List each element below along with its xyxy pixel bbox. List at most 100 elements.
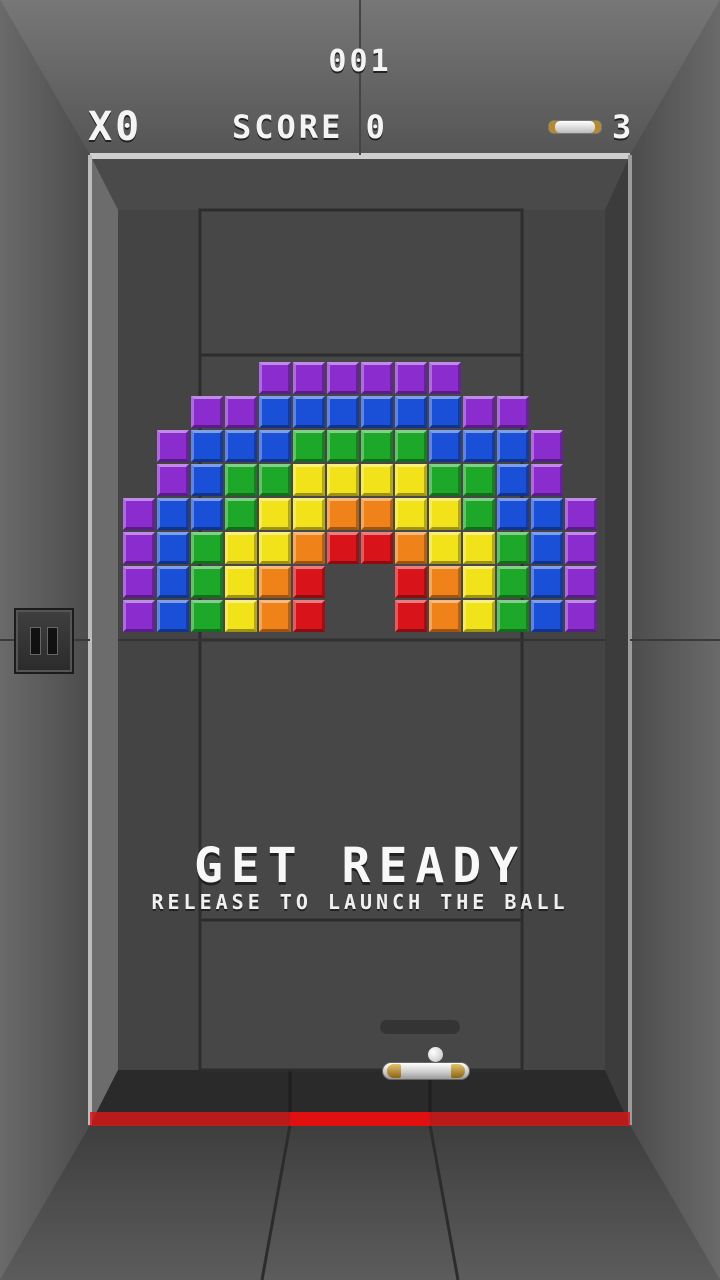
danger-line-center: [290, 1112, 430, 1126]
paddle[interactable]: [382, 1062, 470, 1080]
get-ready-title: GET READY: [193, 838, 527, 894]
brick: [395, 532, 427, 564]
brick: [531, 430, 563, 462]
brick: [259, 532, 291, 564]
paddle-shadow: [380, 1020, 460, 1034]
brick: [395, 464, 427, 496]
brick: [327, 498, 359, 530]
brick: [293, 566, 325, 598]
brick: [395, 362, 427, 394]
brick: [531, 498, 563, 530]
brick: [191, 498, 223, 530]
brick: [565, 600, 597, 632]
brick: [225, 566, 257, 598]
brick: [327, 396, 359, 428]
brick: [429, 600, 461, 632]
brick: [497, 430, 529, 462]
brick: [259, 600, 291, 632]
pause-button[interactable]: [14, 608, 74, 674]
pause-icon-bar: [47, 627, 58, 655]
brick: [157, 566, 189, 598]
brick: [191, 396, 223, 428]
brick: [225, 498, 257, 530]
brick: [259, 396, 291, 428]
brick: [429, 532, 461, 564]
brick: [565, 532, 597, 564]
brick: [429, 464, 461, 496]
multiplier-label: X0: [88, 104, 143, 150]
brick: [429, 430, 461, 462]
level-counter: 001: [328, 44, 392, 79]
brick: [293, 362, 325, 394]
brick: [463, 566, 495, 598]
brick: [157, 498, 189, 530]
brick: [361, 532, 393, 564]
brick: [327, 532, 359, 564]
brick: [293, 600, 325, 632]
brick: [225, 532, 257, 564]
score-label: SCORE 0: [232, 108, 388, 146]
brick: [497, 464, 529, 496]
brick: [497, 600, 529, 632]
brick: [293, 430, 325, 462]
brick: [565, 566, 597, 598]
brick: [327, 430, 359, 462]
brick: [225, 430, 257, 462]
brick: [123, 600, 155, 632]
brick: [395, 566, 427, 598]
brick: [361, 362, 393, 394]
brick: [123, 532, 155, 564]
brick: [327, 362, 359, 394]
brick: [395, 430, 427, 462]
brick: [293, 396, 325, 428]
brick: [123, 498, 155, 530]
brick: [497, 532, 529, 564]
brick: [531, 566, 563, 598]
brick: [259, 566, 291, 598]
brick: [429, 396, 461, 428]
brick: [157, 464, 189, 496]
brick: [429, 362, 461, 394]
brick: [463, 532, 495, 564]
game-arena: [0, 0, 720, 1280]
brick: [429, 566, 461, 598]
brick: [259, 362, 291, 394]
brick: [497, 498, 529, 530]
lives-counter: 3: [548, 108, 634, 146]
brick: [497, 566, 529, 598]
brick: [293, 498, 325, 530]
brick: [463, 464, 495, 496]
brick: [361, 498, 393, 530]
brick: [123, 566, 155, 598]
paddle-icon: [548, 120, 602, 134]
brick: [531, 532, 563, 564]
brick: [361, 464, 393, 496]
floor: [0, 1125, 720, 1280]
brick: [191, 566, 223, 598]
brick: [191, 532, 223, 564]
brick: [565, 498, 597, 530]
brick: [259, 430, 291, 462]
brick: [395, 498, 427, 530]
brick: [191, 430, 223, 462]
brick: [463, 600, 495, 632]
pause-icon: [30, 627, 41, 655]
brick: [157, 430, 189, 462]
brick: [225, 600, 257, 632]
brick: [395, 396, 427, 428]
brick: [191, 464, 223, 496]
brick: [293, 464, 325, 496]
brick: [463, 498, 495, 530]
brick: [531, 464, 563, 496]
launch-hint: RELEASE TO LAUNCH THE BALL: [151, 890, 569, 914]
lives-count: 3: [612, 108, 635, 146]
brick: [259, 464, 291, 496]
brick: [395, 600, 427, 632]
brick: [361, 430, 393, 462]
brick: [293, 532, 325, 564]
brick: [463, 396, 495, 428]
brick: [531, 600, 563, 632]
brick: [225, 464, 257, 496]
brick: [361, 396, 393, 428]
brick: [157, 532, 189, 564]
